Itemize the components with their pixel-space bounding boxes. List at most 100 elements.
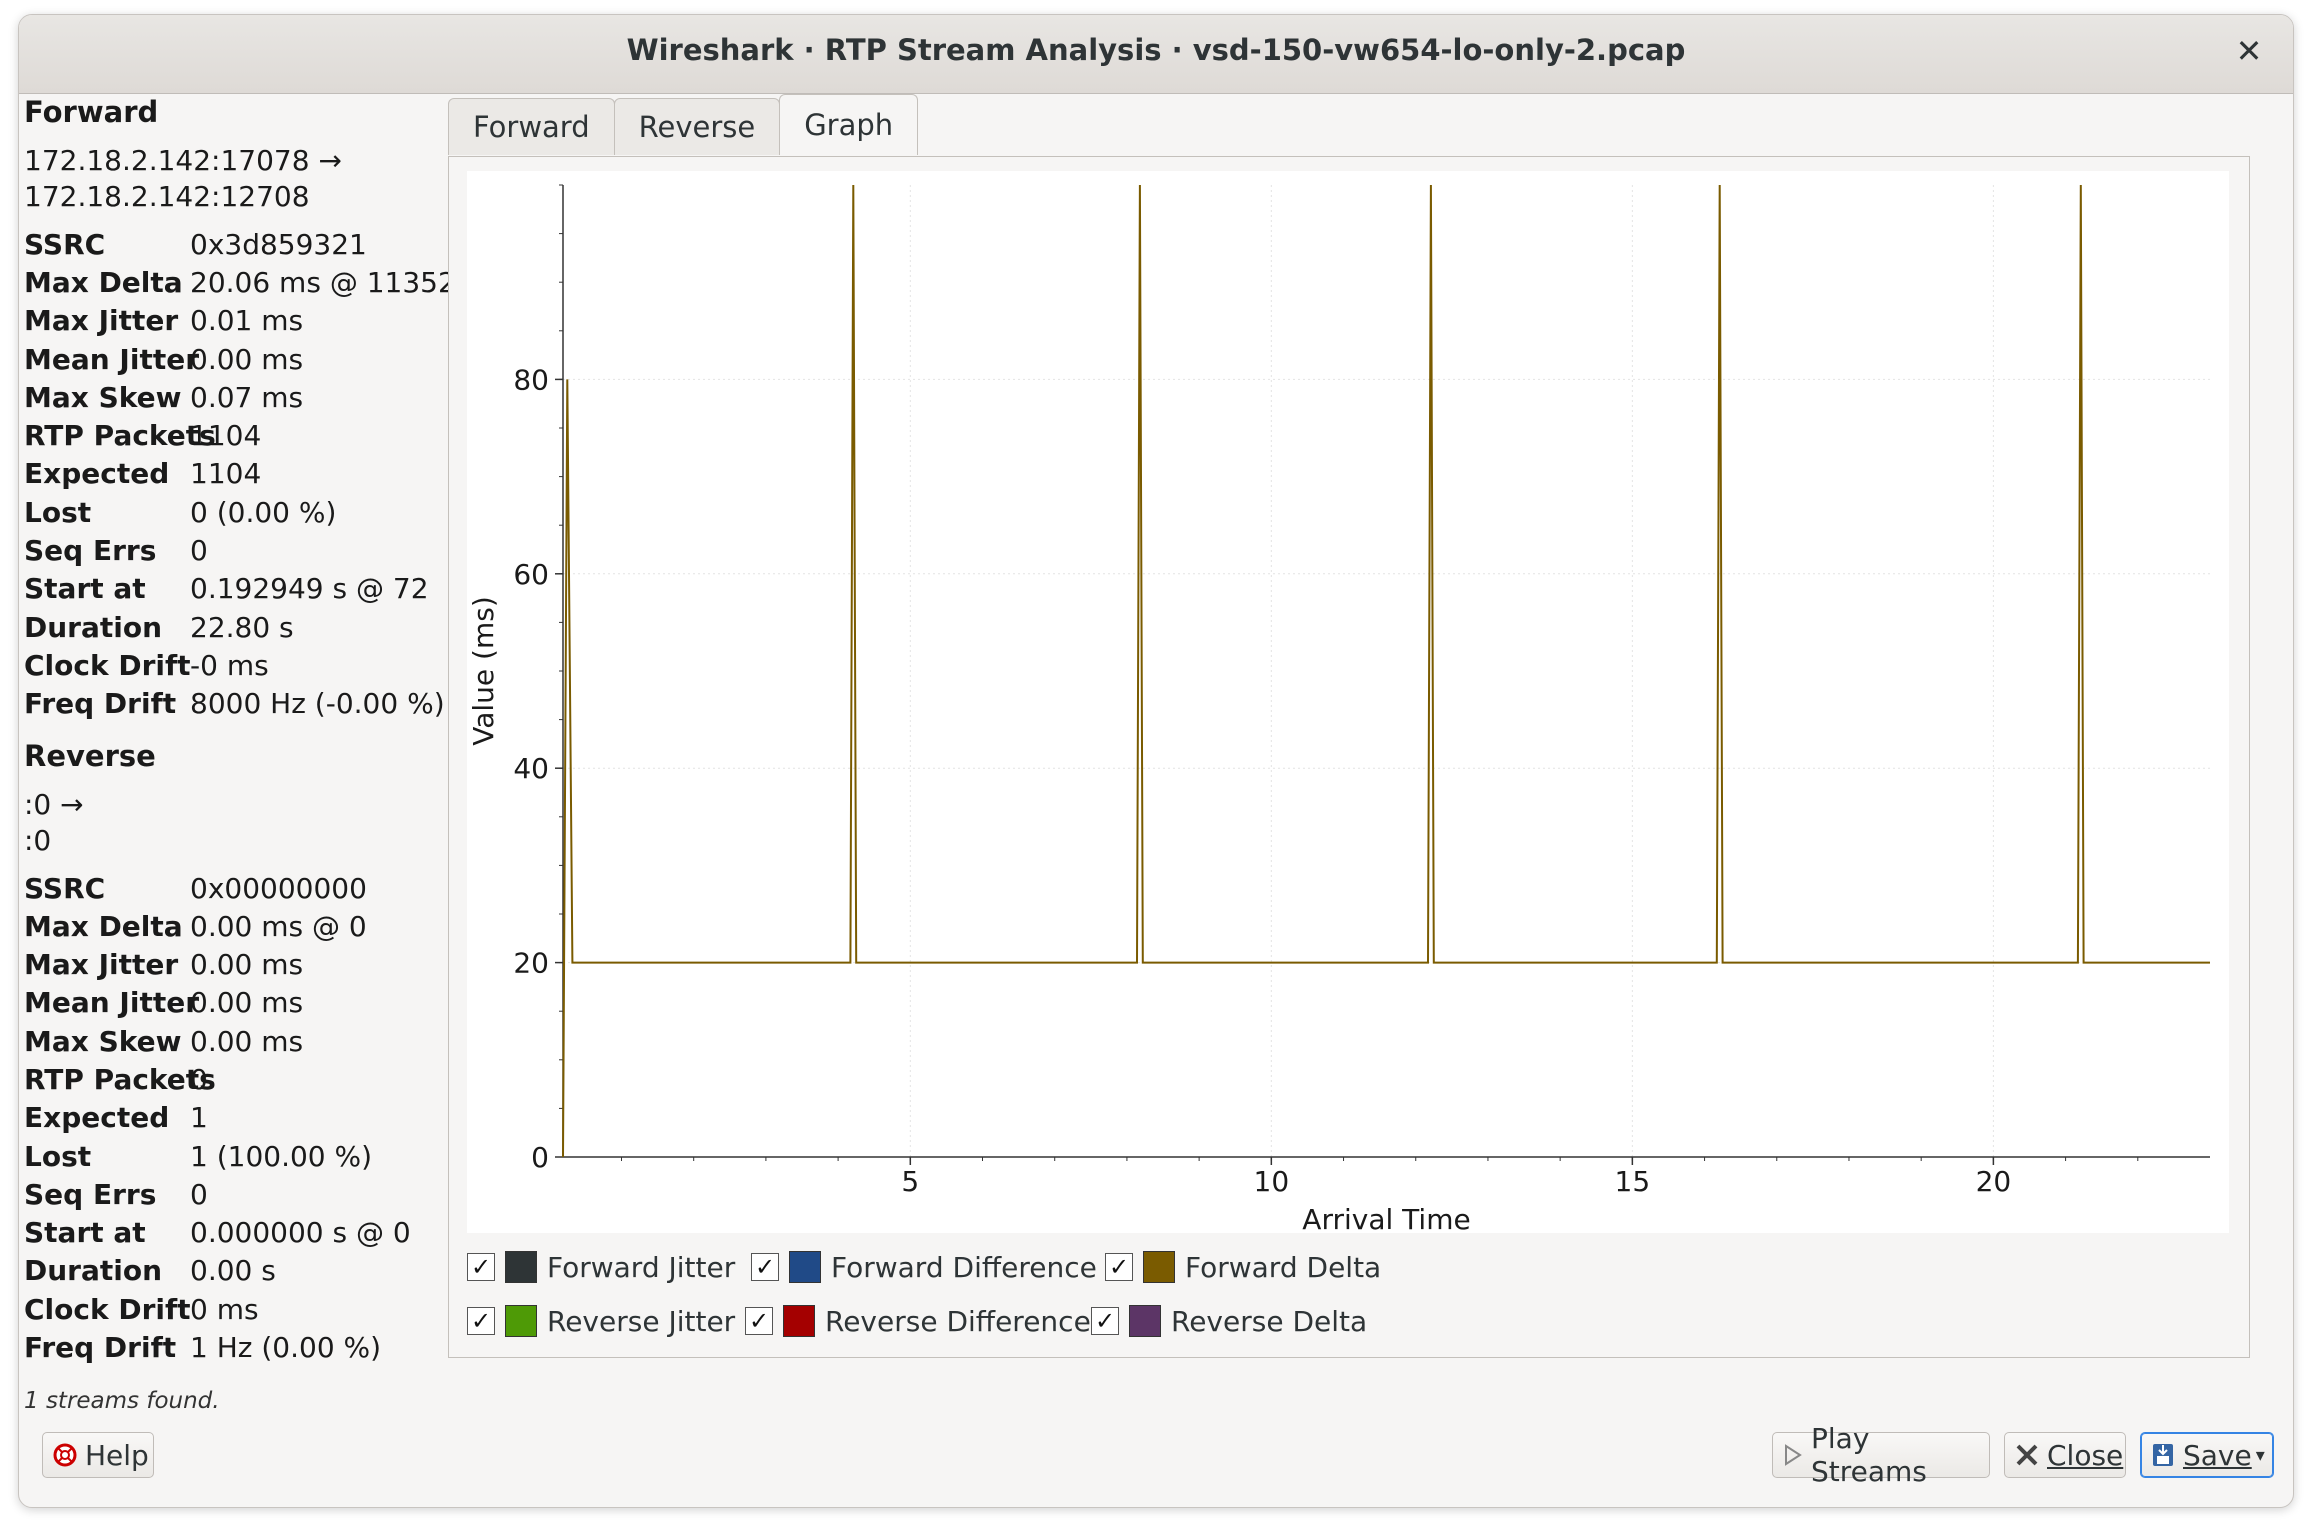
tab-graph[interactable]: Graph: [779, 94, 919, 155]
checkbox-reverse-difference[interactable]: ✓: [745, 1307, 773, 1335]
stat-row: Mean Jitter 0.00 ms: [24, 340, 454, 378]
stat-label: Expected: [24, 1101, 170, 1135]
tab-bar: Forward Reverse Graph: [448, 94, 919, 158]
stat-row: Expected 1: [24, 1099, 454, 1137]
forward-section-title: Forward: [24, 95, 159, 129]
dropdown-arrow-icon[interactable]: ▾: [2256, 1445, 2265, 1466]
stream-info-panel: Forward 172.18.2.142:17078 → 172.18.2.14…: [24, 95, 456, 1367]
stat-label: Lost: [24, 495, 92, 529]
stat-label: Max Skew: [24, 1024, 182, 1058]
tab-forward[interactable]: Forward: [448, 98, 615, 155]
x-axis-label: Arrival Time: [1302, 1203, 1470, 1233]
help-button[interactable]: Help: [42, 1432, 154, 1478]
stat-label: Duration: [24, 610, 163, 644]
title-bar: Wireshark · RTP Stream Analysis · vsd-15…: [19, 15, 2293, 94]
legend-label: Forward Delta: [1185, 1250, 1382, 1284]
stat-value: 0x3d859321: [190, 227, 367, 261]
stat-row: Duration 22.80 s: [24, 608, 454, 646]
stat-label: RTP Packets: [24, 1062, 216, 1096]
stat-row: Expected 1104: [24, 455, 454, 493]
stat-row: Seq Errs 0: [24, 531, 454, 569]
stat-label: SSRC: [24, 871, 106, 905]
stat-value: 0.00 ms @ 0: [190, 909, 367, 943]
stat-label: Freq Drift: [24, 687, 177, 721]
legend-forward-difference[interactable]: ✓ Forward Difference: [751, 1247, 1097, 1287]
stat-row: Max Delta 20.06 ms @ 11352: [24, 263, 456, 301]
stat-value: 0: [190, 534, 208, 568]
stat-value: 0: [190, 1177, 208, 1211]
stat-value: 1 (100.00 %): [190, 1139, 373, 1173]
forward-address-line2: 172.18.2.142:12708: [24, 180, 310, 213]
x-tick-label: 5: [901, 1165, 919, 1198]
stat-row: RTP Packets 0: [24, 1060, 454, 1098]
stat-value: 1 Hz (0.00 %): [190, 1331, 382, 1365]
stat-row: Mean Jitter 0.00 ms: [24, 984, 454, 1022]
rtp-graph[interactable]: 0 20 40 60 80 5 10 15 20 Arrival Time Value (ms): [467, 171, 2229, 1236]
y-tick-label: 0: [531, 1141, 549, 1174]
stat-row: Clock Drift -0 ms: [24, 646, 454, 684]
stat-label: Max Skew: [24, 380, 182, 414]
legend-reverse-jitter[interactable]: ✓ Reverse Jitter: [467, 1301, 735, 1341]
stat-row: Max Jitter 0.01 ms: [24, 302, 454, 340]
close-icon: [2015, 1443, 2039, 1467]
stat-label: Seq Errs: [24, 1177, 157, 1211]
forward-stats: SSRC 0x3d859321 Max Delta 20.06 ms @ 11352 M…: [24, 225, 456, 723]
stat-label: Clock Drift: [24, 1292, 191, 1326]
checkbox-forward-difference[interactable]: ✓: [751, 1253, 779, 1281]
stat-row: Duration 0.00 s: [24, 1252, 454, 1290]
stat-value: 8000 Hz (-0.00 %): [190, 687, 445, 721]
graph-panel: 0 20 40 60 80 5 10 15 20 Arrival Time Value (ms) ✓…: [448, 156, 2250, 1358]
stat-label: Seq Errs: [24, 534, 157, 568]
stat-row: Start at 0.000000 s @ 0: [24, 1214, 454, 1252]
stat-row: SSRC 0x3d859321: [24, 225, 454, 263]
checkbox-reverse-delta[interactable]: ✓: [1091, 1307, 1119, 1335]
stat-value: 0.00 ms: [190, 1024, 304, 1058]
stat-value: 0.01 ms: [190, 304, 304, 338]
legend-forward-jitter[interactable]: ✓ Forward Jitter: [467, 1247, 735, 1287]
checkbox-reverse-jitter[interactable]: ✓: [467, 1307, 495, 1335]
play-streams-label: Play Streams: [1811, 1422, 1927, 1488]
swatch-reverse-difference: [783, 1305, 815, 1337]
play-streams-button[interactable]: Play Streams: [1772, 1422, 1990, 1488]
stat-label: Start at: [24, 1216, 146, 1250]
legend-reverse-difference[interactable]: ✓ Reverse Difference: [745, 1301, 1091, 1341]
stat-value: 0.00 ms: [190, 342, 304, 376]
stat-label: SSRC: [24, 227, 106, 261]
stat-row: Seq Errs 0: [24, 1175, 454, 1213]
swatch-forward-difference: [789, 1251, 821, 1283]
window-title: Wireshark · RTP Stream Analysis · vsd-15…: [626, 33, 1686, 67]
legend-reverse-delta[interactable]: ✓ Reverse Delta: [1091, 1301, 1367, 1341]
stat-value: -0 ms: [190, 648, 269, 682]
stat-row: RTP Packets 1104: [24, 416, 454, 454]
y-tick-label: 40: [513, 752, 549, 785]
reverse-section-title: Reverse: [24, 738, 156, 773]
stat-row: Max Skew 0.07 ms: [24, 378, 454, 416]
stat-label: Max Jitter: [24, 304, 179, 338]
swatch-forward-delta: [1143, 1251, 1175, 1283]
legend-label: Reverse Jitter: [547, 1304, 736, 1338]
swatch-forward-jitter: [505, 1251, 537, 1283]
legend-label: Forward Jitter: [547, 1250, 736, 1284]
reverse-address-line1: :0 →: [24, 787, 84, 821]
tab-reverse[interactable]: Reverse: [613, 98, 781, 155]
stat-row: Lost 0 (0.00 %): [24, 493, 454, 531]
checkbox-forward-jitter[interactable]: ✓: [467, 1253, 495, 1281]
stat-label: Lost: [24, 1139, 92, 1173]
stat-row: Clock Drift 0 ms: [24, 1290, 454, 1328]
close-button[interactable]: Close: [2004, 1432, 2126, 1478]
plot-area[interactable]: 0 20 40 60 80 5 10 15 20 Arrival Time Value (ms): [467, 171, 2229, 1236]
stat-value: 0.00 ms: [190, 948, 304, 982]
legend-forward-delta[interactable]: ✓ Forward Delta: [1105, 1247, 1381, 1287]
help-label: Help: [85, 1438, 149, 1472]
save-button[interactable]: Save ▾: [2140, 1432, 2274, 1478]
save-icon: [2151, 1442, 2175, 1468]
save-label: Save: [2183, 1438, 2252, 1472]
stat-value: 0.000000 s @ 0: [190, 1216, 411, 1250]
stat-value: 1: [190, 1101, 208, 1135]
stat-label: Clock Drift: [24, 648, 191, 682]
close-window-icon[interactable]: ✕: [2227, 29, 2271, 73]
stat-value: 0.07 ms: [190, 380, 304, 414]
stat-label: Freq Drift: [24, 1331, 177, 1365]
stat-value: 0.00 ms: [190, 986, 304, 1020]
checkbox-forward-delta[interactable]: ✓: [1105, 1253, 1133, 1281]
